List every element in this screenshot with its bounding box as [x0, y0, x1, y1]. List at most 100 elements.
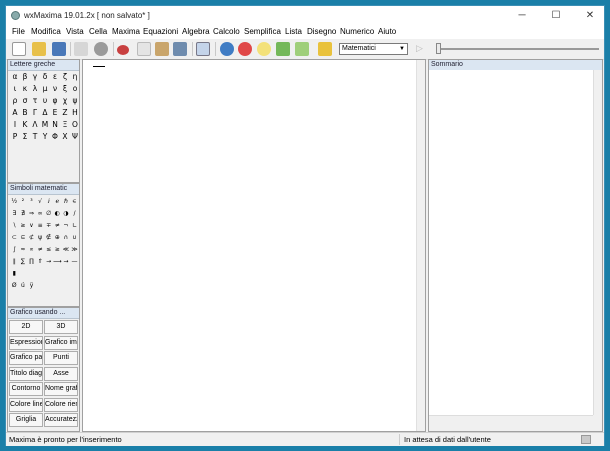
greek-letter-button[interactable]: Μ — [40, 120, 50, 129]
animation-slider[interactable] — [439, 48, 599, 50]
plot-button[interactable]: Punti — [44, 351, 78, 365]
math-symbol-button[interactable]: ¬ — [62, 222, 71, 229]
greek-letter-button[interactable]: φ — [50, 96, 60, 105]
plot-button[interactable]: Colore riempimento — [44, 397, 78, 412]
greek-letter-button[interactable]: Ν — [50, 120, 60, 129]
math-symbol-button[interactable]: → — [44, 258, 53, 265]
math-symbol-button[interactable]: ℏ — [62, 198, 71, 205]
math-symbol-button[interactable]: ≥ — [53, 246, 62, 253]
slider-thumb[interactable] — [436, 43, 441, 54]
math-symbol-button[interactable]: ² — [19, 198, 28, 205]
menu-file[interactable]: File — [12, 27, 25, 36]
math-symbol-button[interactable]: ⊕ — [53, 234, 62, 241]
copy-icon[interactable] — [137, 42, 151, 56]
menu-equazioni[interactable]: Equazioni — [143, 27, 178, 36]
greek-letter-button[interactable]: ι — [10, 84, 20, 93]
maximize-button[interactable]: ☐ — [542, 6, 570, 25]
plot-button[interactable]: Contorno — [9, 382, 43, 396]
cut-icon[interactable] — [117, 45, 129, 55]
menu-modifica[interactable]: Modifica — [31, 27, 61, 36]
math-symbol-button[interactable]: ≠ — [36, 246, 45, 253]
plot-button[interactable]: Asse — [44, 366, 78, 381]
greek-letter-button[interactable]: ζ — [60, 72, 70, 81]
plot-button[interactable]: 2D — [9, 320, 43, 334]
greek-letter-button[interactable]: Τ — [30, 132, 40, 141]
math-symbol-button[interactable]: ◐ — [53, 210, 62, 217]
greek-letter-button[interactable]: Ζ — [60, 108, 70, 117]
greek-letter-button[interactable]: γ — [30, 72, 40, 81]
worksheet[interactable] — [82, 59, 426, 432]
math-symbol-button[interactable]: ∖ — [10, 222, 19, 229]
menu-disegno[interactable]: Disegno — [307, 27, 336, 36]
menu-lista[interactable]: Lista — [285, 27, 302, 36]
settings-icon[interactable] — [94, 42, 108, 56]
math-symbol-button[interactable]: ½ — [10, 198, 19, 205]
print-icon[interactable] — [74, 42, 88, 56]
math-symbol-button[interactable]: ∩ — [62, 234, 71, 241]
math-symbol-button[interactable]: ∄ — [19, 210, 28, 217]
menu-cella[interactable]: Cella — [89, 27, 107, 36]
math-symbol-button[interactable]: √ — [36, 198, 45, 205]
greek-letter-button[interactable]: Β — [20, 108, 30, 117]
greek-letter-button[interactable]: Ο — [70, 120, 80, 129]
math-symbol-button[interactable]: → — [62, 258, 71, 265]
greek-letter-button[interactable]: μ — [40, 84, 50, 93]
math-symbol-button[interactable]: ∅ — [44, 210, 53, 217]
menu-algebra[interactable]: Algebra — [182, 27, 210, 36]
math-symbol-button[interactable]: ∉ — [44, 234, 53, 241]
math-symbol-button[interactable]: ≤ — [44, 246, 53, 253]
math-symbol-button[interactable]: ∟ — [70, 222, 79, 229]
greek-letter-button[interactable]: α — [10, 72, 20, 81]
greek-letter-button[interactable]: Δ — [40, 108, 50, 117]
find-icon[interactable] — [196, 42, 210, 56]
greek-letter-button[interactable]: κ — [20, 84, 30, 93]
math-symbol-button[interactable]: ⊄ — [27, 234, 36, 241]
menu-semplifica[interactable]: Semplifica — [244, 27, 281, 36]
greek-letter-button[interactable]: χ — [60, 96, 70, 105]
greek-letter-button[interactable]: ο — [70, 84, 80, 93]
math-symbol-button[interactable]: ³ — [27, 198, 36, 205]
greek-letter-button[interactable]: ρ — [10, 96, 20, 105]
plot-button[interactable]: Grafico implicito — [44, 335, 78, 350]
menu-aiuto[interactable]: Aiuto — [378, 27, 396, 36]
greek-letter-button[interactable]: ψ — [70, 96, 80, 105]
math-symbol-button[interactable]: ⟶ — [53, 258, 62, 265]
greek-letter-button[interactable]: ε — [50, 72, 60, 81]
math-symbol-button[interactable]: ≡ — [36, 222, 45, 229]
math-symbol-button[interactable]: ∨ — [27, 222, 36, 229]
summary-hscroll[interactable] — [429, 415, 593, 424]
math-symbol-button[interactable]: ≥ — [19, 222, 28, 229]
greek-letter-button[interactable]: λ — [30, 84, 40, 93]
math-symbol-button[interactable]: Ø — [10, 282, 19, 289]
greek-letter-button[interactable]: Ψ — [70, 132, 80, 141]
math-symbol-button[interactable]: ∓ — [44, 222, 53, 229]
greek-letter-button[interactable]: Φ — [50, 132, 60, 141]
math-symbol-button[interactable]: — — [70, 258, 79, 265]
play-icon[interactable]: ▷ — [416, 43, 423, 54]
math-symbol-button[interactable]: ⊆ — [19, 234, 28, 241]
greek-letter-button[interactable]: Λ — [30, 120, 40, 129]
eval-all-icon[interactable] — [295, 42, 309, 56]
open-icon[interactable] — [32, 42, 46, 56]
math-symbol-button[interactable]: ≈ — [19, 246, 28, 253]
summary-list[interactable] — [429, 70, 593, 415]
math-symbol-button[interactable]: ú — [19, 282, 28, 289]
plot-button[interactable]: Grafico parametrico — [9, 351, 43, 365]
math-symbol-button[interactable]: ∝ — [27, 246, 36, 253]
greek-letter-button[interactable]: Ξ — [60, 120, 70, 129]
greek-letter-button[interactable]: Ι — [10, 120, 20, 129]
save-icon[interactable] — [52, 42, 66, 56]
menu-maxima[interactable]: Maxima — [112, 27, 140, 36]
math-symbol-button[interactable]: ∪ — [70, 234, 79, 241]
mode-select[interactable]: Matematici ▼ — [339, 43, 408, 55]
math-symbol-button[interactable]: ▮ — [10, 270, 19, 277]
math-symbol-button[interactable]: / — [70, 210, 79, 217]
math-symbol-button[interactable]: ∃ — [10, 210, 19, 217]
restart-icon[interactable] — [220, 42, 234, 56]
greek-letter-button[interactable]: η — [70, 72, 80, 81]
select-all-icon[interactable] — [173, 42, 187, 56]
plot-button[interactable]: Nome grafico — [44, 382, 78, 396]
greek-letter-button[interactable]: Σ — [20, 132, 30, 141]
math-symbol-button[interactable]: ∥ — [10, 258, 19, 265]
greek-letter-button[interactable]: δ — [40, 72, 50, 81]
